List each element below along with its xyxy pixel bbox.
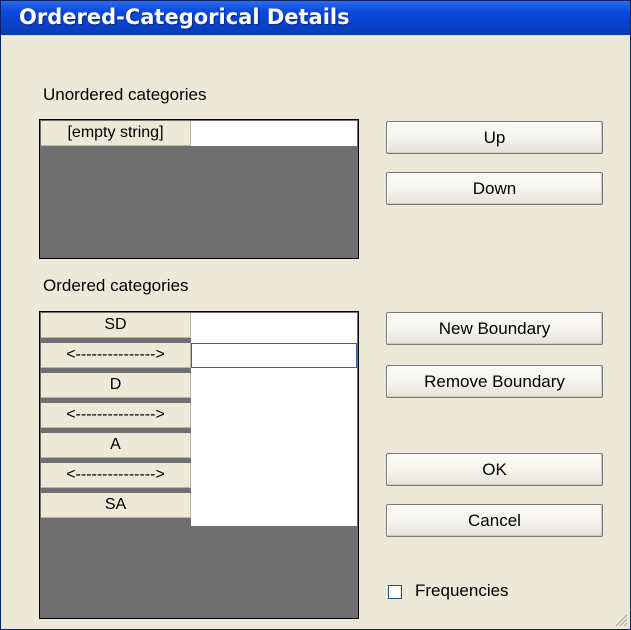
boundary-cell[interactable]: <---------------> <box>41 343 191 368</box>
table-row[interactable]: A <box>41 433 357 458</box>
category-name-cell[interactable]: D <box>41 373 191 398</box>
unordered-categories-label: Unordered categories <box>43 85 207 104</box>
table-row[interactable]: SA <box>41 493 357 518</box>
table-row[interactable]: D <box>41 373 357 398</box>
unordered-categories-grid[interactable]: [empty string] <box>39 119 359 259</box>
table-row[interactable]: <---------------> <box>41 343 357 368</box>
down-button[interactable]: Down <box>386 172 603 205</box>
table-row[interactable]: [empty string] <box>41 121 357 146</box>
dialog-window: Ordered-Categorical Details Unordered ca… <box>0 0 631 630</box>
up-button[interactable]: Up <box>386 121 603 154</box>
focused-value-cell[interactable] <box>191 343 357 368</box>
boundary-cell[interactable]: <---------------> <box>41 403 191 428</box>
category-name-cell[interactable]: SA <box>41 493 191 518</box>
category-name-cell[interactable]: SD <box>41 313 191 338</box>
category-value-cell[interactable] <box>191 121 357 146</box>
cancel-button[interactable]: Cancel <box>386 504 603 537</box>
table-row[interactable]: SD <box>41 313 357 338</box>
ordered-categories-grid[interactable]: SD <---------------> D <--------------->… <box>39 311 359 619</box>
frequencies-checkbox[interactable] <box>388 585 402 599</box>
boundary-cell[interactable]: <---------------> <box>41 463 191 488</box>
category-name-cell[interactable]: A <box>41 433 191 458</box>
window-title: Ordered-Categorical Details <box>19 5 350 29</box>
ok-button[interactable]: OK <box>386 453 603 486</box>
new-boundary-button[interactable]: New Boundary <box>386 312 603 345</box>
title-bar[interactable]: Ordered-Categorical Details <box>1 1 630 35</box>
remove-boundary-button[interactable]: Remove Boundary <box>386 365 603 398</box>
table-row[interactable]: <---------------> <box>41 403 357 428</box>
table-row[interactable]: <---------------> <box>41 463 357 488</box>
ordered-categories-label: Ordered categories <box>43 276 189 295</box>
frequencies-label[interactable]: Frequencies <box>415 581 509 601</box>
category-name-cell[interactable]: [empty string] <box>41 121 191 146</box>
resize-grip-icon[interactable] <box>614 613 628 627</box>
